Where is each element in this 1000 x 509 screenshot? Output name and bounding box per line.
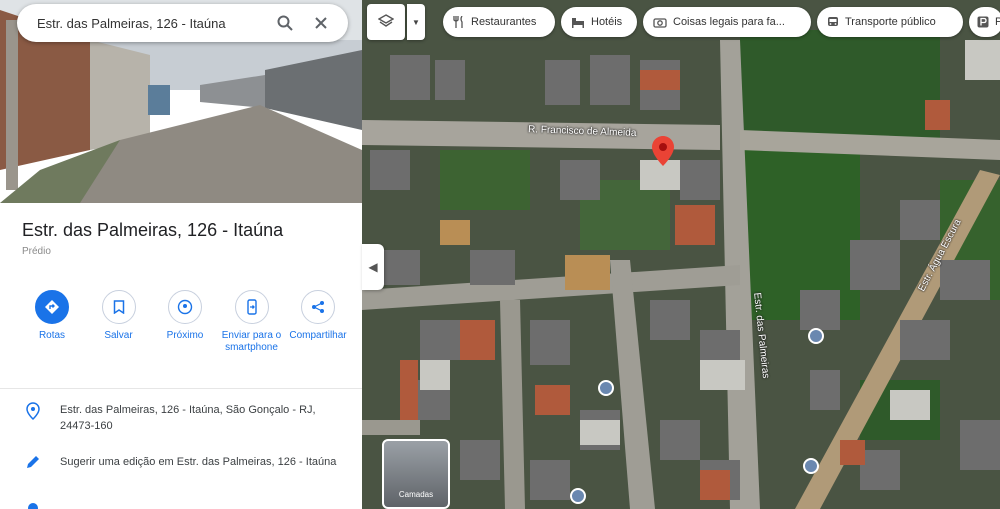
action-label: Compartilhar	[289, 330, 347, 341]
more-row[interactable]	[20, 500, 350, 509]
bookmark-icon	[101, 290, 136, 324]
place-panel: Estr. das Palmeiras, 126 - Itaúna Estr. …	[0, 0, 362, 509]
layers-thumbnail[interactable]: Camadas	[382, 439, 450, 509]
chip-things-to-do[interactable]: Coisas legais para fa...	[643, 7, 811, 37]
layers-thumbnail-label: Camadas	[398, 490, 434, 499]
action-label: Enviar para o smartphone	[221, 330, 282, 353]
send-to-phone-button[interactable]: Enviar para o smartphone	[220, 290, 284, 354]
search-input[interactable]: Estr. das Palmeiras, 126 - Itaúna	[37, 16, 262, 31]
action-label: Salvar	[104, 330, 133, 341]
place-category: Prédio	[22, 246, 51, 257]
action-bar: Rotas Salvar Próximo Enviar para o smart…	[20, 290, 350, 354]
nearby-icon	[168, 290, 202, 324]
share-button[interactable]: Compartilhar	[286, 290, 350, 354]
parking-icon	[977, 16, 989, 28]
chevron-left-icon: ◀	[368, 260, 378, 274]
bus-icon	[827, 16, 839, 28]
address-row[interactable]: Estr. das Palmeiras, 126 - Itaúna, São G…	[20, 402, 350, 434]
chip-label: Transporte público	[845, 16, 936, 28]
share-icon	[301, 290, 335, 324]
collapse-panel-button[interactable]: ◀	[362, 244, 384, 290]
divider	[0, 388, 362, 389]
poi-marker[interactable]	[570, 488, 590, 504]
chip-label: P	[995, 16, 1000, 28]
chip-parking[interactable]: P	[969, 7, 1000, 37]
action-label: Próximo	[166, 330, 204, 341]
chevron-down-icon[interactable]: ▼	[407, 4, 425, 40]
chip-label: Restaurantes	[471, 16, 537, 28]
pencil-icon	[20, 454, 48, 475]
suggest-edit-text: Sugerir uma edição em Estr. das Palmeira…	[60, 456, 337, 468]
chip-public-transport[interactable]: Transporte público	[817, 7, 963, 37]
chip-label: Hotéis	[591, 16, 623, 28]
poi-marker[interactable]	[598, 380, 618, 396]
category-chips: Restaurantes Hotéis Coisas legais para f…	[443, 7, 1000, 37]
bed-icon	[571, 16, 585, 28]
close-icon[interactable]	[308, 10, 334, 36]
address-text: Estr. das Palmeiras, 126 - Itaúna, São G…	[60, 404, 316, 432]
directions-button[interactable]: Rotas	[20, 290, 84, 354]
chip-restaurants[interactable]: Restaurantes	[443, 7, 555, 37]
chip-hotels[interactable]: Hotéis	[561, 7, 637, 37]
place-title: Estr. das Palmeiras, 126 - Itaúna	[22, 220, 284, 240]
directions-icon	[35, 290, 69, 324]
chip-label: Coisas legais para fa...	[673, 16, 785, 28]
save-button[interactable]: Salvar	[87, 290, 151, 354]
settings-icon	[20, 500, 48, 509]
camera-icon	[653, 16, 667, 28]
layers-icon	[377, 13, 395, 32]
location-pin-outline-icon	[20, 402, 48, 434]
search-icon[interactable]	[272, 10, 298, 36]
suggest-edit-row[interactable]: Sugerir uma edição em Estr. das Palmeira…	[20, 454, 350, 475]
poi-marker[interactable]	[808, 328, 828, 344]
fork-knife-icon	[453, 16, 465, 28]
search-box[interactable]: Estr. das Palmeiras, 126 - Itaúna	[17, 4, 348, 42]
nearby-button[interactable]: Próximo	[153, 290, 217, 354]
action-label: Rotas	[38, 330, 66, 341]
map-type-button[interactable]	[367, 4, 405, 40]
send-to-phone-icon	[234, 290, 269, 324]
poi-marker[interactable]	[803, 458, 823, 474]
